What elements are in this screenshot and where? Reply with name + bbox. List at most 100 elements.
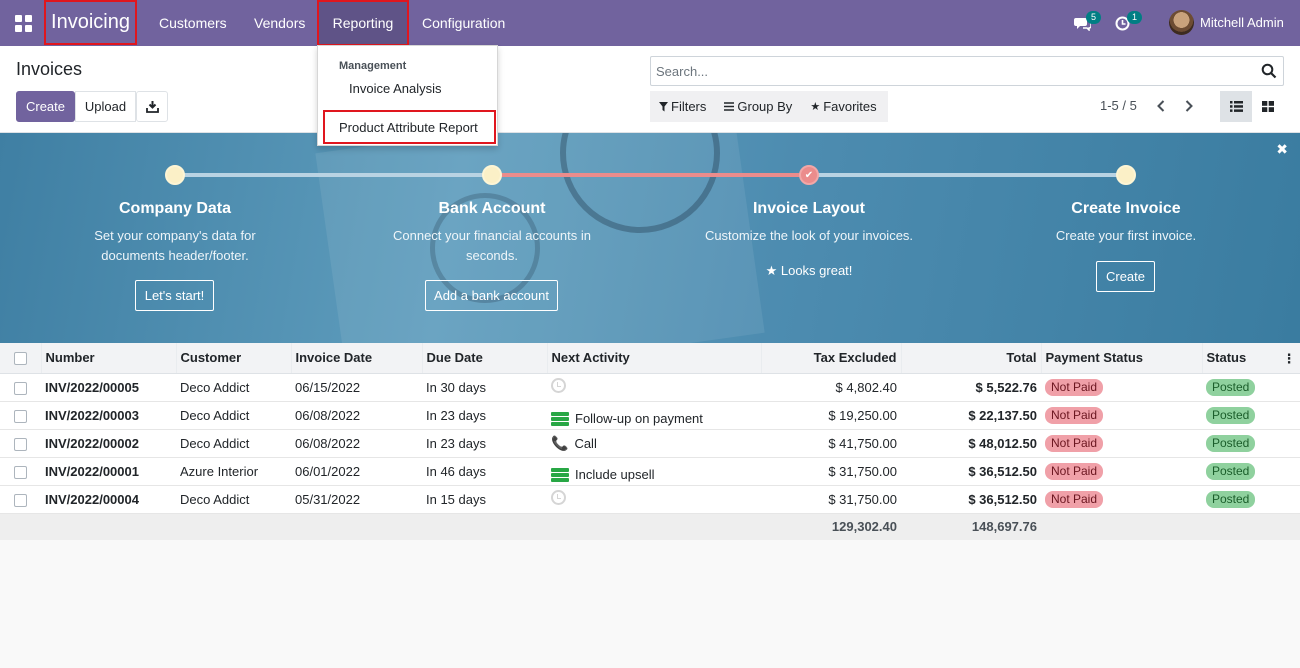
tax-excluded[interactable]: $ 31,750.00 (761, 485, 901, 514)
row-checkbox[interactable] (14, 465, 27, 479)
next-activity[interactable] (547, 373, 761, 402)
search-icon[interactable] (1261, 63, 1277, 79)
tax-excluded[interactable]: $ 19,250.00 (761, 401, 901, 430)
invoice-date[interactable]: 05/31/2022 (291, 485, 422, 514)
next-activity[interactable]: 📞 Call (547, 429, 761, 458)
app-name[interactable]: Invoicing (44, 0, 137, 45)
user-name[interactable]: Mitchell Admin (1200, 0, 1284, 46)
invoice-number[interactable]: INV/2022/00002 (41, 429, 176, 458)
payment-status-cell[interactable]: Not Paid (1041, 429, 1202, 458)
total-amount[interactable]: $ 5,522.76 (901, 373, 1041, 402)
total-amount[interactable]: $ 36,512.50 (901, 457, 1041, 486)
column-header-total[interactable]: Total (901, 343, 1042, 374)
status-cell[interactable]: Posted (1202, 429, 1300, 458)
customer-name[interactable]: Deco Addict (176, 429, 291, 458)
todo-list-icon[interactable] (551, 411, 569, 426)
status-cell[interactable]: Posted (1202, 457, 1300, 486)
add-bank-account-button[interactable]: Add a bank account (425, 280, 558, 311)
column-header-tax-excluded[interactable]: Tax Excluded (761, 343, 902, 374)
pager-next-button[interactable] (1181, 97, 1197, 115)
menu-item-product-attribute-report[interactable]: Product Attribute Report (323, 110, 496, 144)
due-date[interactable]: In 15 days (422, 485, 547, 514)
customer-name[interactable]: Deco Addict (176, 401, 291, 430)
table-row[interactable]: INV/2022/00005 Deco Addict 06/15/2022 In 30… (0, 373, 1300, 402)
payment-status-cell[interactable]: Not Paid (1041, 457, 1202, 486)
invoice-number[interactable]: INV/2022/00003 (41, 401, 176, 430)
messages-button[interactable]: 5 (1074, 0, 1104, 46)
next-activity[interactable]: Include upsell (547, 457, 761, 486)
row-checkbox-cell[interactable] (0, 429, 41, 458)
pager-value[interactable]: 1-5 / 5 (1100, 98, 1137, 113)
todo-list-icon[interactable] (551, 467, 569, 482)
upload-button[interactable]: Upload (75, 91, 136, 122)
column-header-invoice-date[interactable]: Invoice Date (291, 343, 423, 374)
due-date[interactable]: In 23 days (422, 401, 547, 430)
total-amount[interactable]: $ 48,012.50 (901, 429, 1041, 458)
payment-status-cell[interactable]: Not Paid (1041, 485, 1202, 514)
row-checkbox-cell[interactable] (0, 485, 41, 514)
select-all-checkbox[interactable] (13, 352, 27, 366)
invoice-number[interactable]: INV/2022/00004 (41, 485, 176, 514)
column-header-status[interactable]: Status ⋮ (1202, 343, 1300, 374)
due-date[interactable]: In 46 days (422, 457, 547, 486)
create-button[interactable]: Create (16, 91, 75, 122)
payment-status-cell[interactable]: Not Paid (1041, 401, 1202, 430)
customer-name[interactable]: Azure Interior (176, 457, 291, 486)
search-input[interactable] (651, 57, 1241, 85)
column-header-customer[interactable]: Customer (176, 343, 292, 374)
customer-name[interactable]: Deco Addict (176, 485, 291, 514)
table-row[interactable]: INV/2022/00004 Deco Addict 05/31/2022 In 15… (0, 485, 1300, 514)
column-header-next-activity[interactable]: Next Activity (547, 343, 762, 374)
tax-excluded[interactable]: $ 41,750.00 (761, 429, 901, 458)
close-icon[interactable]: ✖ (1276, 141, 1288, 158)
column-header-number[interactable]: Number (41, 343, 177, 374)
row-checkbox-cell[interactable] (0, 457, 41, 486)
invoice-date[interactable]: 06/08/2022 (291, 401, 422, 430)
page-title[interactable]: Invoices (16, 59, 82, 80)
menu-configuration[interactable]: Configuration (422, 0, 505, 46)
clock-icon[interactable] (551, 490, 566, 505)
apps-menu-icon[interactable] (0, 0, 46, 46)
list-view-button[interactable] (1220, 91, 1252, 122)
row-checkbox[interactable] (14, 409, 27, 423)
select-all-checkbox-cell[interactable] (0, 343, 42, 374)
total-amount[interactable]: $ 22,137.50 (901, 401, 1041, 430)
payment-status-cell[interactable]: Not Paid (1041, 373, 1202, 402)
menu-reporting[interactable]: Reporting (317, 0, 409, 46)
kanban-view-button[interactable] (1252, 91, 1284, 122)
status-cell[interactable]: Posted (1202, 373, 1300, 402)
group-by-dropdown[interactable]: Group By (715, 91, 801, 122)
total-amount[interactable]: $ 36,512.50 (901, 485, 1041, 514)
optional-columns-icon[interactable]: ⋮ (1283, 351, 1296, 367)
row-checkbox-cell[interactable] (0, 373, 41, 402)
user-avatar[interactable] (1169, 10, 1194, 35)
pager-previous-button[interactable] (1153, 97, 1169, 115)
column-header-due-date[interactable]: Due Date (422, 343, 548, 374)
row-checkbox-cell[interactable] (0, 401, 41, 430)
tax-excluded[interactable]: $ 31,750.00 (761, 457, 901, 486)
table-row[interactable]: INV/2022/00003 Deco Addict 06/08/2022 In 23… (0, 401, 1300, 430)
row-checkbox[interactable] (14, 381, 27, 395)
lets-start-button[interactable]: Let's start! (135, 280, 214, 311)
download-button[interactable] (136, 91, 168, 122)
row-checkbox[interactable] (14, 493, 27, 507)
menu-customers[interactable]: Customers (159, 0, 227, 46)
next-activity[interactable] (547, 485, 761, 514)
status-cell[interactable]: Posted (1202, 485, 1300, 514)
next-activity[interactable]: Follow-up on payment (547, 401, 761, 430)
favorites-dropdown[interactable]: ★ Favorites (801, 91, 885, 122)
table-row[interactable]: INV/2022/00001 Azure Interior 06/01/2022 In… (0, 457, 1300, 486)
clock-icon[interactable] (551, 378, 566, 393)
invoice-date[interactable]: 06/15/2022 (291, 373, 422, 402)
tax-excluded[interactable]: $ 4,802.40 (761, 373, 901, 402)
filters-dropdown[interactable]: Filters (650, 91, 715, 122)
invoice-number[interactable]: INV/2022/00001 (41, 457, 176, 486)
invoice-date[interactable]: 06/08/2022 (291, 429, 422, 458)
menu-vendors[interactable]: Vendors (254, 0, 305, 46)
invoice-date[interactable]: 06/01/2022 (291, 457, 422, 486)
customer-name[interactable]: Deco Addict (176, 373, 291, 402)
table-row[interactable]: INV/2022/00002 Deco Addict 06/08/2022 In 23… (0, 429, 1300, 458)
invoice-number[interactable]: INV/2022/00005 (41, 373, 176, 402)
row-checkbox[interactable] (14, 437, 27, 451)
due-date[interactable]: In 23 days (422, 429, 547, 458)
